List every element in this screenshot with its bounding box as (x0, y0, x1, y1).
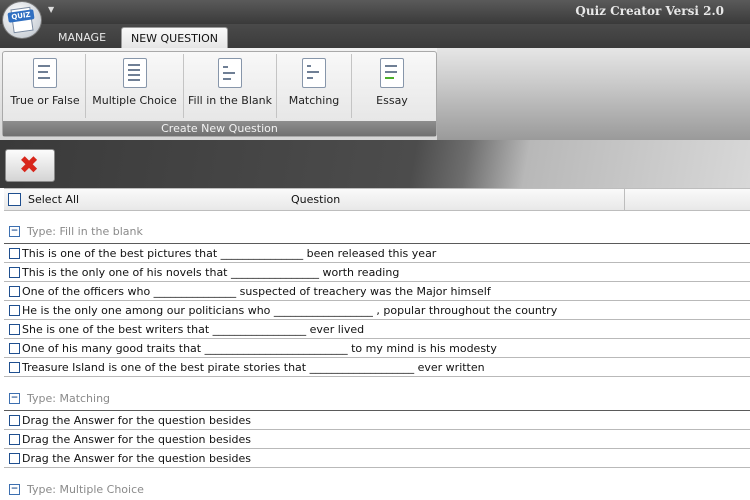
question-text: One of the officers who _______________ … (22, 285, 491, 298)
row-checkbox[interactable] (9, 415, 20, 426)
question-text: Drag the Answer for the question besides (22, 414, 251, 427)
table-row[interactable]: Drag the Answer for the question besides (4, 411, 750, 430)
essay-icon (380, 58, 404, 88)
question-text: This is one of the best pictures that __… (22, 247, 437, 260)
question-text: Treasure Island is one of the best pirat… (22, 361, 485, 374)
ribbon-tab-strip: MANAGE NEW QUESTION (0, 24, 750, 49)
multiple-choice-button[interactable]: Multiple Choice (86, 54, 184, 118)
fill-in-the-blank-label: Fill in the Blank (188, 94, 272, 107)
table-row[interactable]: He is the only one among our politicians… (4, 301, 750, 320)
ribbon-group-create-question: True or False Multiple Choice Fill in th… (2, 51, 437, 137)
tab-new-question[interactable]: NEW QUESTION (121, 27, 228, 49)
collapse-icon[interactable]: − (9, 393, 20, 404)
row-checkbox[interactable] (9, 267, 20, 278)
app-title: Quiz Creator Versi 2.0 (575, 4, 724, 18)
question-text: She is one of the best writers that ____… (22, 323, 365, 336)
group-title: Type: Multiple Choice (27, 483, 144, 496)
essay-button[interactable]: Essay (352, 54, 432, 118)
question-text: He is the only one among our politicians… (22, 304, 558, 317)
table-row[interactable]: This is the only one of his novels that … (4, 263, 750, 282)
ribbon-background (437, 48, 750, 140)
row-checkbox[interactable] (9, 434, 20, 445)
row-checkbox[interactable] (9, 453, 20, 464)
row-checkbox[interactable] (9, 343, 20, 354)
group-header-multiple-choice: − Type: Multiple Choice (4, 468, 750, 500)
multiple-choice-icon (122, 58, 147, 88)
collapse-icon[interactable]: − (9, 484, 20, 495)
matching-button[interactable]: Matching (277, 54, 352, 118)
fill-in-the-blank-button[interactable]: Fill in the Blank (184, 54, 277, 118)
table-row[interactable]: One of his many good traits that _______… (4, 339, 750, 358)
essay-label: Essay (376, 94, 408, 107)
table-row[interactable]: One of the officers who _______________ … (4, 282, 750, 301)
true-or-false-button[interactable]: True or False (5, 54, 86, 118)
delete-button[interactable]: ✖ (5, 149, 55, 182)
group-header-matching: − Type: Matching (4, 377, 750, 411)
select-all-label: Select All (28, 193, 80, 206)
question-text: Drag the Answer for the question besides (22, 433, 251, 446)
true-false-icon (33, 58, 57, 88)
fill-blank-icon (218, 58, 242, 88)
matching-label: Matching (288, 94, 340, 107)
matching-icon (302, 58, 326, 88)
row-checkbox[interactable] (9, 286, 20, 297)
grid-header: Select All Question (4, 188, 750, 211)
ribbon: True or False Multiple Choice Fill in th… (0, 48, 750, 140)
row-checkbox[interactable] (9, 248, 20, 259)
group-title: Type: Matching (27, 392, 111, 405)
table-row[interactable]: Treasure Island is one of the best pirat… (4, 358, 750, 377)
delete-icon: ✖ (19, 151, 40, 179)
multiple-choice-label: Multiple Choice (92, 94, 177, 107)
true-or-false-label: True or False (10, 94, 80, 107)
collapse-icon[interactable]: − (9, 226, 20, 237)
row-checkbox[interactable] (9, 324, 20, 335)
title-bar: ▼ Quiz Creator Versi 2.0 (0, 0, 750, 24)
group-header-fill-in-the-blank: − Type: Fill in the blank (4, 210, 750, 244)
question-text: One of his many good traits that _______… (22, 342, 497, 355)
row-checkbox[interactable] (9, 362, 20, 373)
table-row[interactable]: Drag the Answer for the question besides (4, 430, 750, 449)
group-title: Type: Fill in the blank (27, 225, 143, 238)
column-header-question[interactable]: Question (291, 193, 340, 206)
question-text: Drag the Answer for the question besides (22, 452, 251, 465)
app-menu-button[interactable]: QUIZ (2, 1, 42, 39)
table-row[interactable]: She is one of the best writers that ____… (4, 320, 750, 339)
column-divider[interactable] (624, 189, 625, 210)
question-text: This is the only one of his novels that … (22, 266, 400, 279)
tab-manage[interactable]: MANAGE (46, 27, 118, 48)
table-row[interactable]: This is one of the best pictures that __… (4, 244, 750, 263)
ribbon-group-label: Create New Question (3, 121, 436, 136)
row-checkbox[interactable] (9, 305, 20, 316)
action-toolbar: ✖ (0, 140, 750, 188)
quick-access-dropdown-icon[interactable]: ▼ (48, 5, 54, 14)
question-grid: − Type: Fill in the blank This is one of… (4, 210, 750, 500)
select-all-checkbox[interactable] (8, 193, 21, 206)
table-row[interactable]: Drag the Answer for the question besides (4, 449, 750, 468)
